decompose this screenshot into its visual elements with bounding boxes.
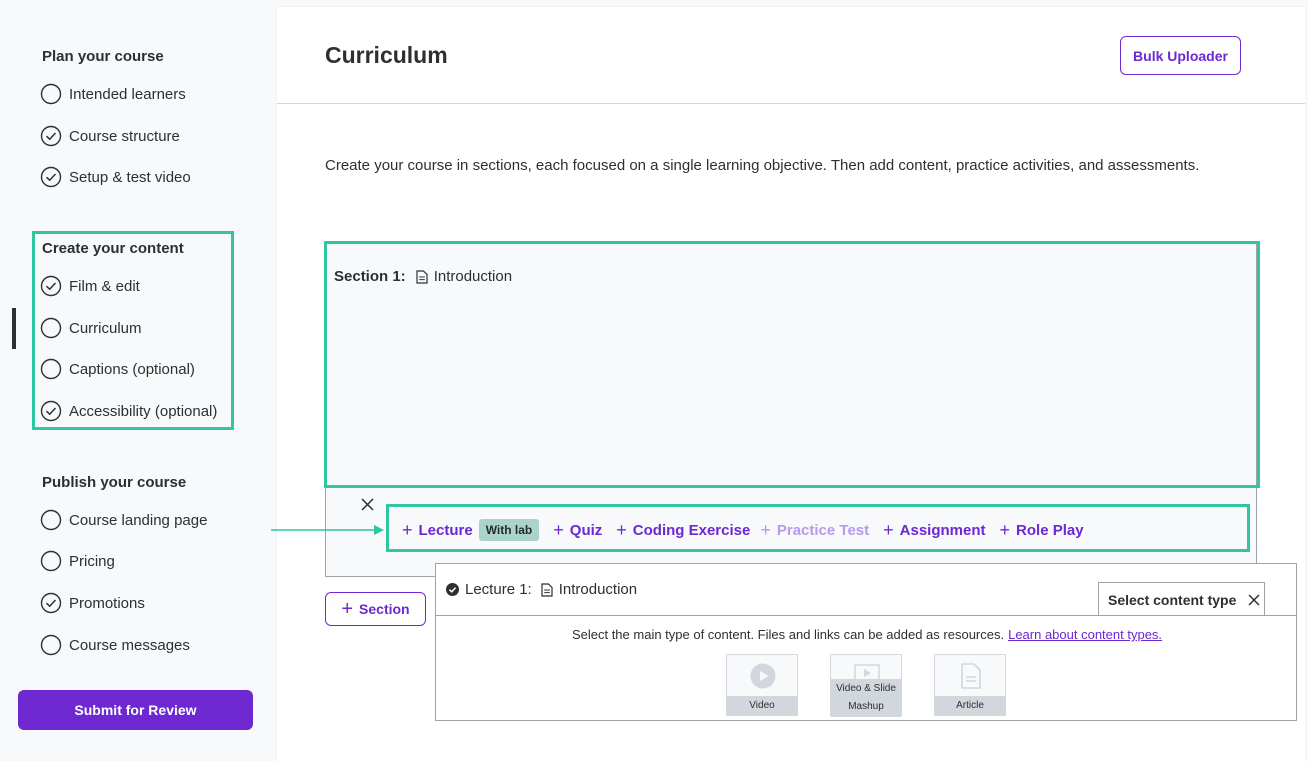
plus-icon: + bbox=[341, 598, 354, 620]
plus-icon: + bbox=[999, 519, 1011, 540]
article-icon bbox=[958, 663, 984, 689]
add-coding-label: Coding Exercise bbox=[632, 521, 751, 539]
plus-icon: + bbox=[616, 519, 627, 540]
check-circle-icon bbox=[40, 275, 62, 297]
add-curriculum-item-bar: + Lecture With lab + Quiz + Coding Exerc… bbox=[402, 519, 1098, 541]
add-assignment-button[interactable]: + Assignment bbox=[883, 519, 986, 540]
sidebar-item-label: Pricing bbox=[69, 552, 115, 570]
add-section-button[interactable]: + Section bbox=[325, 592, 426, 626]
group-title-publish: Publish your course bbox=[42, 474, 187, 491]
sidebar-item-setup-test-video[interactable]: Setup & test video bbox=[40, 164, 191, 190]
check-circle-icon bbox=[40, 125, 62, 147]
add-role-play-button[interactable]: + Role Play bbox=[999, 519, 1084, 540]
sidebar-item-course-structure[interactable]: Course structure bbox=[40, 123, 180, 149]
add-lecture-button[interactable]: + Lecture With lab bbox=[402, 519, 540, 541]
sidebar-item-promotions[interactable]: Promotions bbox=[40, 590, 145, 616]
play-icon bbox=[750, 663, 776, 689]
add-section-label: Section bbox=[359, 601, 410, 617]
page-title: Curriculum bbox=[325, 42, 448, 68]
close-icon[interactable] bbox=[1248, 593, 1260, 606]
sidebar-item-film-edit[interactable]: Film & edit bbox=[40, 273, 140, 299]
sidebar-item-label: Film & edit bbox=[69, 277, 140, 295]
sidebar-item-label: Course messages bbox=[69, 636, 190, 654]
label-line2: Mashup bbox=[848, 701, 884, 712]
lecture-card: Lecture 1: Introduction Select content t… bbox=[435, 563, 1297, 721]
with-lab-badge: With lab bbox=[478, 519, 540, 541]
content-type-article[interactable]: Article bbox=[934, 654, 1006, 716]
intro-text: Create your course in sections, each foc… bbox=[325, 157, 1200, 174]
tab-select-content-type[interactable]: Select content type bbox=[1098, 582, 1265, 616]
plus-icon: + bbox=[883, 519, 894, 540]
circle-icon bbox=[40, 509, 62, 531]
circle-icon bbox=[40, 83, 62, 105]
tab-label: Select content type bbox=[1108, 591, 1237, 608]
add-quiz-button[interactable]: + Quiz bbox=[553, 519, 603, 540]
add-assignment-label: Assignment bbox=[899, 521, 986, 539]
check-circle-icon bbox=[40, 166, 62, 188]
sidebar-item-label: Setup & test video bbox=[69, 168, 191, 186]
check-filled-icon bbox=[446, 583, 459, 596]
add-lecture-label: Lecture bbox=[418, 521, 473, 539]
group-title-plan: Plan your course bbox=[42, 48, 164, 65]
lecture-label: Lecture 1: bbox=[465, 581, 532, 598]
sidebar-item-label: Captions (optional) bbox=[69, 360, 195, 378]
plus-icon: + bbox=[402, 519, 413, 540]
bulk-uploader-button[interactable]: Bulk Uploader bbox=[1120, 36, 1241, 75]
sidebar-item-captions[interactable]: Captions (optional) bbox=[40, 356, 195, 382]
add-coding-exercise-button[interactable]: + Coding Exercise bbox=[616, 519, 751, 540]
sidebar-item-pricing[interactable]: Pricing bbox=[40, 548, 115, 574]
add-practice-label: Practice Test bbox=[776, 521, 870, 539]
circle-icon bbox=[40, 550, 62, 572]
close-add-menu-icon[interactable] bbox=[361, 498, 374, 511]
content-type-label: Video bbox=[727, 696, 797, 715]
add-practice-test-button[interactable]: + Practice Test bbox=[760, 519, 870, 540]
sidebar-item-label: Intended learners bbox=[69, 85, 186, 103]
content-type-label: Article bbox=[935, 696, 1005, 715]
divider bbox=[277, 103, 1305, 104]
sidebar-item-label: Course structure bbox=[69, 127, 180, 145]
sidebar-item-landing-page[interactable]: Course landing page bbox=[40, 507, 207, 533]
sidebar-item-accessibility[interactable]: Accessibility (optional) bbox=[40, 398, 217, 424]
submit-for-review-button[interactable]: Submit for Review bbox=[18, 690, 253, 730]
sidebar: Plan your course Intended learners Cours… bbox=[0, 0, 272, 761]
check-circle-icon bbox=[40, 400, 62, 422]
content-type-video[interactable]: Video bbox=[726, 654, 798, 716]
sidebar-item-label: Curriculum bbox=[69, 319, 142, 337]
learn-content-types-link[interactable]: Learn about content types. bbox=[1008, 627, 1162, 642]
highlight-box-section bbox=[324, 241, 1260, 488]
plus-icon: + bbox=[553, 519, 564, 540]
sidebar-item-label: Promotions bbox=[69, 594, 145, 612]
document-icon bbox=[541, 582, 553, 597]
add-quiz-label: Quiz bbox=[569, 521, 603, 539]
check-circle-icon bbox=[40, 592, 62, 614]
lecture-title: Lecture 1: Introduction bbox=[446, 581, 637, 598]
circle-icon bbox=[40, 358, 62, 380]
sidebar-item-intended-learners[interactable]: Intended learners bbox=[40, 81, 186, 107]
circle-icon bbox=[40, 317, 62, 339]
group-title-create: Create your content bbox=[42, 240, 184, 257]
active-indicator bbox=[12, 308, 16, 349]
sidebar-item-course-messages[interactable]: Course messages bbox=[40, 632, 190, 658]
sidebar-item-curriculum[interactable]: Curriculum bbox=[40, 315, 142, 341]
sidebar-item-label: Course landing page bbox=[69, 511, 208, 529]
add-roleplay-label: Role Play bbox=[1016, 521, 1084, 539]
label-line1: Video & Slide bbox=[836, 683, 896, 694]
plus-icon: + bbox=[760, 519, 771, 540]
arrow-icon bbox=[271, 525, 384, 535]
content-type-label: Video & Slide Mashup bbox=[831, 679, 901, 717]
content-type-video-slide-mashup[interactable]: Video & Slide Mashup bbox=[830, 654, 902, 717]
lecture-name: Introduction bbox=[558, 581, 638, 598]
tab-divider bbox=[436, 615, 1296, 616]
content-type-description: Select the main type of content. Files a… bbox=[436, 627, 1296, 642]
circle-icon bbox=[40, 634, 62, 656]
description-text: Select the main type of content. Files a… bbox=[571, 627, 1005, 642]
sidebar-item-label: Accessibility (optional) bbox=[69, 402, 218, 420]
